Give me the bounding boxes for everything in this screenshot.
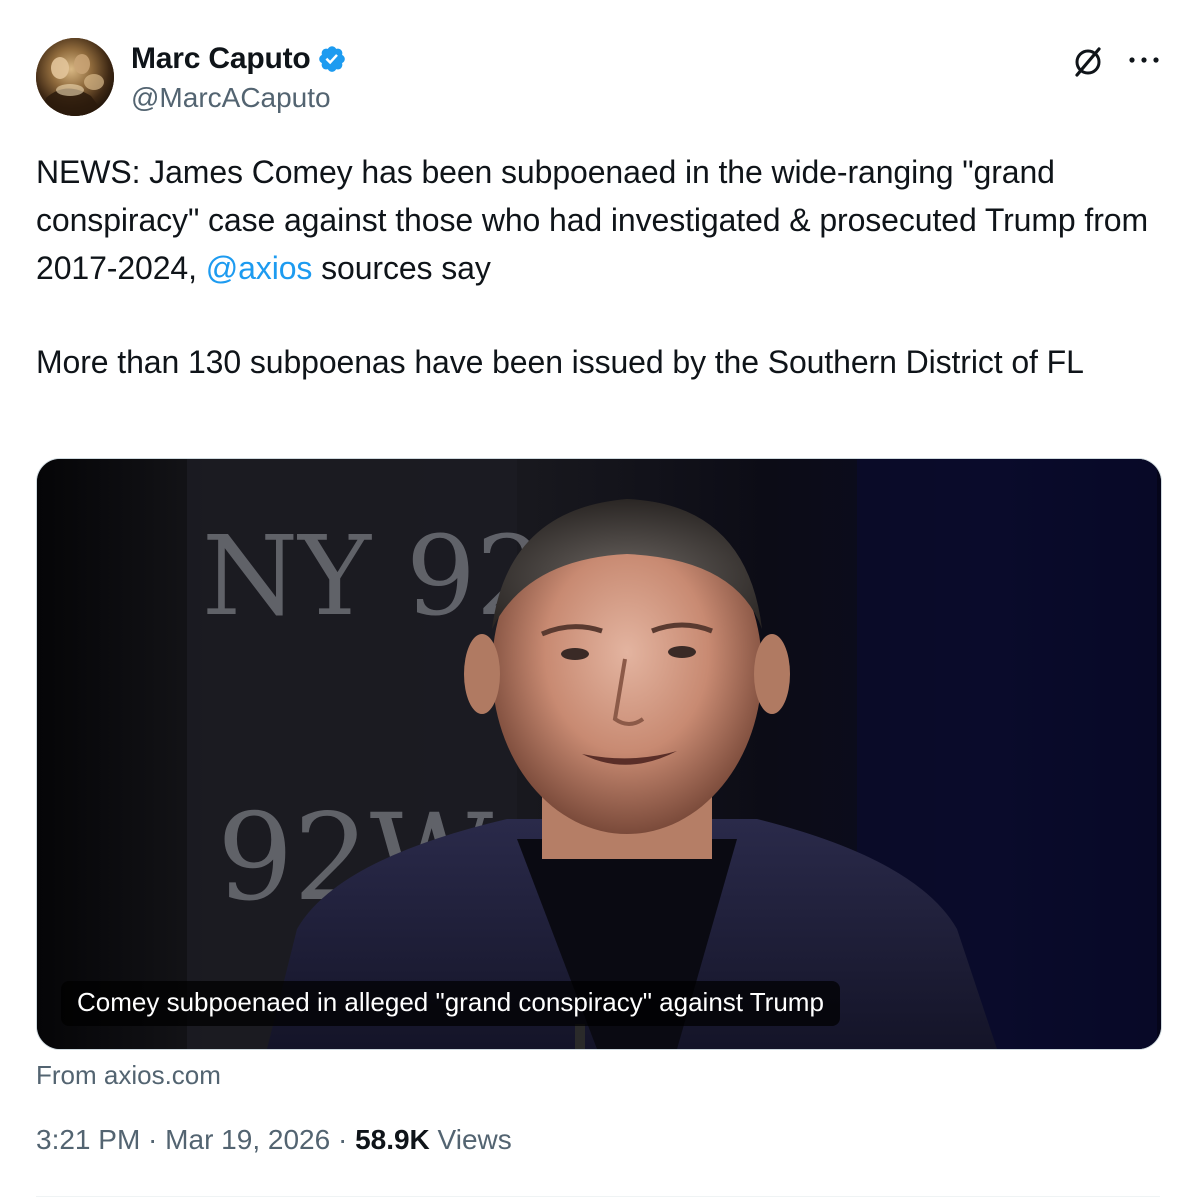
verified-badge-icon[interactable] xyxy=(317,44,347,74)
tweet-text: NEWS: James Comey has been subpoenaed in… xyxy=(36,148,1156,386)
views-count: 58.9K xyxy=(355,1124,430,1155)
author-name[interactable]: Marc Caputo xyxy=(131,42,311,76)
tweet-date[interactable]: Mar 19, 2026 xyxy=(165,1124,330,1155)
avatar[interactable] xyxy=(36,38,114,116)
tweet-paragraph-1: NEWS: James Comey has been subpoenaed in… xyxy=(36,148,1156,292)
more-icon[interactable] xyxy=(1126,48,1162,72)
tweet-meta: 3:21 PM · Mar 19, 2026 · 58.9K Views xyxy=(36,1124,512,1156)
author-name-row[interactable]: Marc Caputo xyxy=(131,42,347,76)
card-caption: Comey subpoenaed in alleged "grand consp… xyxy=(61,981,840,1026)
avatar-painting-icon xyxy=(36,38,114,116)
author-handle[interactable]: @MarcACaputo xyxy=(131,82,331,114)
tweet-text-part1: NEWS: James Comey has been subpoenaed in… xyxy=(36,154,1149,286)
link-card[interactable]: NY 92 92W Comey subpoenaed in alleged "g… xyxy=(36,458,1162,1050)
card-photo: NY 92 92W xyxy=(37,459,1161,1049)
meta-separator: · xyxy=(140,1124,166,1155)
views-label: Views xyxy=(429,1124,512,1155)
mention-link[interactable]: @axios xyxy=(206,250,313,286)
divider xyxy=(36,1196,1160,1197)
tweet-paragraph-2: More than 130 subpoenas have been issued… xyxy=(36,344,1084,380)
tweet: Marc Caputo @MarcACaputo NEWS: James Com… xyxy=(0,0,1196,1200)
card-source[interactable]: From axios.com xyxy=(36,1060,221,1091)
meta-separator: · xyxy=(330,1124,356,1155)
tweet-text-part2: sources say xyxy=(312,250,491,286)
grok-icon[interactable] xyxy=(1070,44,1106,80)
tweet-time[interactable]: 3:21 PM xyxy=(36,1124,140,1155)
